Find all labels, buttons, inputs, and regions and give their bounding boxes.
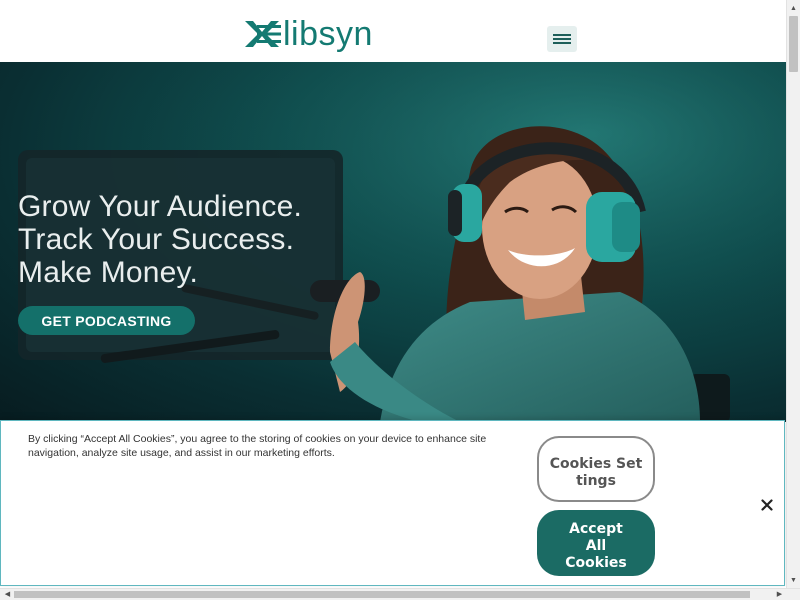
headline-line-1: Grow Your Audience. [18, 190, 302, 223]
cookie-consent-text: By clicking “Accept All Cookies”, you ag… [28, 433, 487, 459]
menu-button[interactable] [547, 26, 577, 52]
headline-line-3: Make Money. [18, 256, 199, 289]
horizontal-scrollbar[interactable]: ◀ ▶ [0, 588, 800, 600]
vertical-scrollbar[interactable]: ▲ ▼ [786, 0, 800, 588]
get-podcasting-button[interactable]: GET PODCASTING [18, 306, 195, 335]
hero-section: Grow Your Audience. Track Your Success. … [0, 62, 786, 422]
site-header: libsyn [0, 0, 786, 63]
libsyn-logo[interactable]: libsyn [243, 14, 373, 54]
page: libsyn Grow Your Audience. Track Your Su… [0, 0, 800, 600]
logo-text: libsyn [283, 15, 373, 53]
scroll-left-arrow-icon[interactable]: ◀ [1, 589, 14, 600]
horizontal-scroll-thumb[interactable] [14, 591, 750, 598]
hamburger-menu-icon [553, 34, 571, 44]
scroll-up-arrow-icon[interactable]: ▲ [787, 1, 800, 15]
close-banner-button[interactable] [757, 495, 777, 515]
close-icon [761, 499, 773, 511]
hero-headline: Grow Your Audience. Track Your Success. … [18, 190, 302, 289]
cookie-consent-banner: By clicking “Accept All Cookies”, you ag… [0, 420, 785, 586]
cookies-settings-button[interactable]: Cookies Settings [537, 436, 655, 502]
libsyn-logo-mark-icon [245, 21, 281, 47]
scroll-right-arrow-icon[interactable]: ▶ [773, 589, 786, 600]
scroll-down-arrow-icon[interactable]: ▼ [787, 573, 800, 587]
accept-all-cookies-button[interactable]: Accept All Cookies [537, 510, 655, 576]
vertical-scroll-thumb[interactable] [789, 16, 798, 72]
headline-line-2: Track Your Success. [18, 223, 295, 256]
